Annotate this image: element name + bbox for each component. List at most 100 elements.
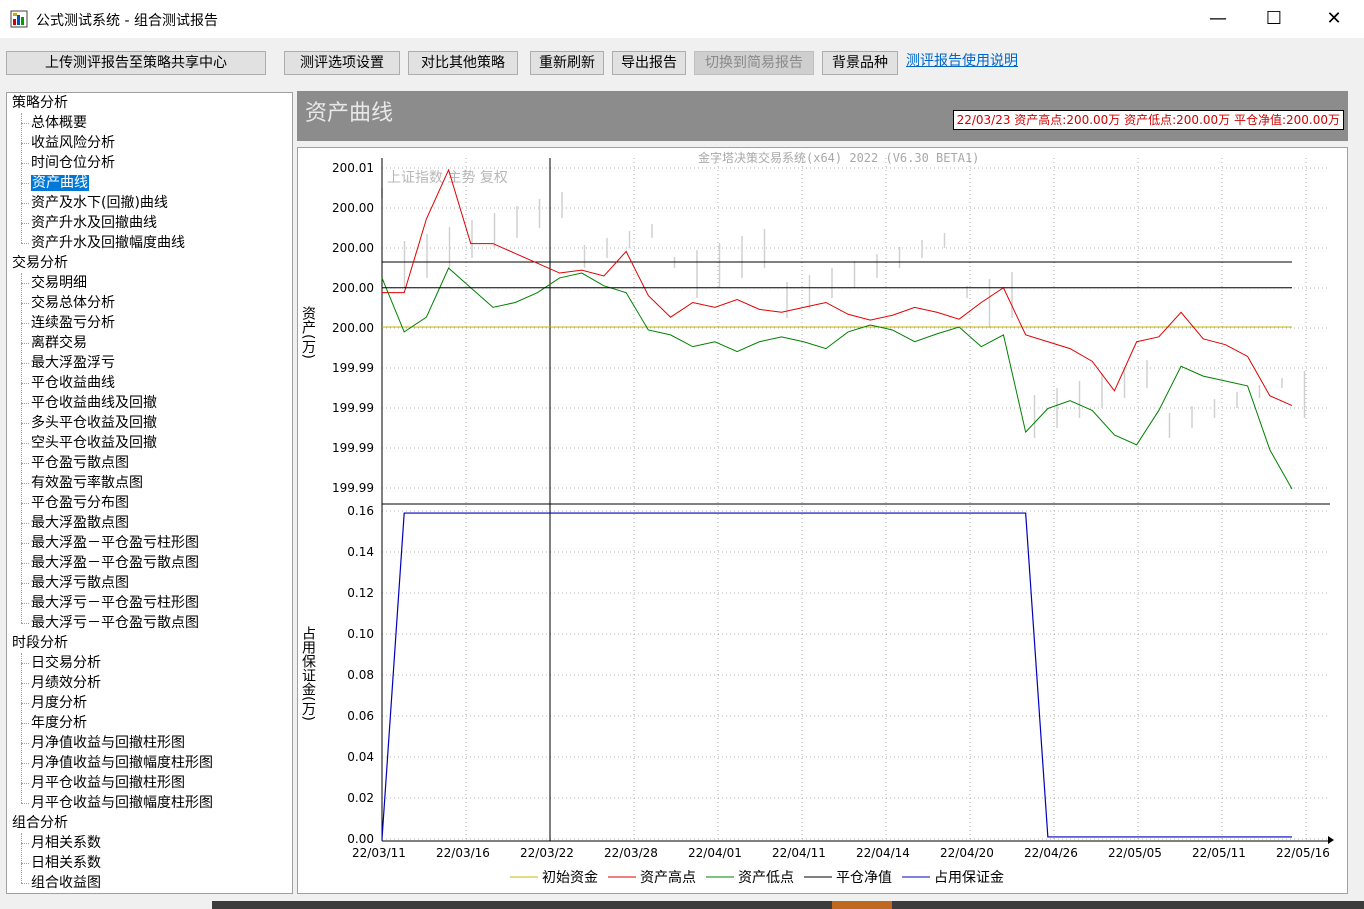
legend-label: 平仓净值 [836, 870, 892, 886]
tree-item-label: 月度分析 [31, 695, 87, 711]
tree-item[interactable]: 月平仓收益与回撤幅度柱形图 [29, 793, 213, 813]
window-title: 公式测试系统 - 组合测试报告 [36, 13, 218, 29]
tree-item-label: 月相关系数 [31, 835, 101, 851]
grid-lines [381, 158, 1328, 840]
x-tick-label: 22/04/20 [940, 846, 994, 860]
tree-item[interactable]: 时间仓位分析 [29, 153, 115, 173]
y-tick-label: 199.99 [332, 481, 374, 495]
refresh-button[interactable]: 重新刷新 [530, 51, 604, 75]
x-tick-label: 22/04/26 [1024, 846, 1078, 860]
tree-item[interactable]: 月净值收益与回撤幅度柱形图 [29, 753, 213, 773]
tree-item-label: 最大浮亏－平仓盈亏柱形图 [31, 595, 199, 611]
tree-item[interactable]: 交易总体分析 [29, 293, 115, 313]
y-tick-label: 200.00 [332, 241, 374, 255]
tree-item[interactable]: 总体概要 [29, 113, 87, 133]
analysis-tree[interactable]: 策略分析 总体概要 收益风险分析 时间仓位分析 资产曲线 资产及水下(回撤)曲线 资产升水及… [6, 92, 293, 894]
tree-item-label: 月净值收益与回撤幅度柱形图 [31, 755, 213, 771]
tree-item-label: 平仓收益曲线 [31, 375, 115, 391]
tree-item[interactable]: 最大浮亏散点图 [29, 573, 129, 593]
tree-item[interactable]: 最大浮盈－平仓盈亏散点图 [29, 553, 199, 573]
background-symbol-button[interactable]: 背景品种 [822, 51, 898, 75]
tree-item-label: 资产升水及回撤曲线 [31, 215, 157, 231]
tree-group[interactable]: 组合分析 [12, 813, 68, 833]
x-tick-label: 22/03/11 [352, 846, 406, 860]
export-report-button[interactable]: 导出报告 [612, 51, 686, 75]
asset-curve-chart[interactable]: 金字塔决策交易系统(x64) 2022 (V6.30 BETA1)上证指数 主势… [298, 148, 1347, 893]
tree-item[interactable]: 平仓盈亏散点图 [29, 453, 129, 473]
tree-item[interactable]: 资产升水及回撤幅度曲线 [29, 233, 185, 253]
eval-options-button[interactable]: 测评选项设置 [284, 51, 400, 75]
maximize-button[interactable]: ☐ [1244, 0, 1304, 38]
legend-label: 资产高点 [640, 869, 696, 886]
tree-item[interactable]: 资产及水下(回撤)曲线 [29, 193, 168, 213]
upload-report-button[interactable]: 上传测评报告至策略共享中心 [6, 51, 266, 75]
y-tick-label: 200.01 [332, 161, 374, 175]
tree-item[interactable]: 离群交易 [29, 333, 87, 353]
tree-item-label: 最大浮亏－平仓盈亏散点图 [31, 615, 199, 631]
y-tick-label: 199.99 [332, 361, 374, 375]
tree-item[interactable]: 最大浮盈散点图 [29, 513, 129, 533]
y-tick-label: 200.00 [332, 201, 374, 215]
compare-strategy-button[interactable]: 对比其他策略 [408, 51, 518, 75]
tree-item[interactable]: 月平仓收益与回撤柱形图 [29, 773, 185, 793]
tree-item[interactable]: 最大浮盈浮亏 [29, 353, 115, 373]
tree-item[interactable]: 最大浮亏－平仓盈亏柱形图 [29, 593, 199, 613]
tree-group[interactable]: 交易分析 [12, 253, 68, 273]
upper-y-axis-label: 资产(万) [300, 306, 316, 359]
tree-item-label: 资产升水及回撤幅度曲线 [31, 235, 185, 251]
crosshair-info-box: 22/03/23 资产高点:200.00万 资产低点:200.00万 平仓净值:… [952, 110, 1344, 130]
tree-item-label: 最大浮盈浮亏 [31, 355, 115, 371]
tree-item[interactable]: 平仓收益曲线及回撤 [29, 393, 157, 413]
y-tick-label: 0.16 [347, 504, 374, 518]
tree-item[interactable]: 最大浮盈－平仓盈亏柱形图 [29, 533, 199, 553]
tree-item[interactable]: 日相关系数 [29, 853, 101, 873]
report-help-link[interactable]: 测评报告使用说明 [906, 50, 1018, 70]
switch-simple-report-button[interactable]: 切换到简易报告 [694, 51, 814, 75]
x-tick-label: 22/03/22 [520, 846, 574, 860]
tree-item[interactable]: 组合收益图 [29, 873, 101, 893]
y-tick-label: 199.99 [332, 441, 374, 455]
tree-item[interactable]: 年度分析 [29, 713, 87, 733]
tree-item-label: 时间仓位分析 [31, 155, 115, 171]
x-axis-arrow [1328, 836, 1334, 844]
close-button[interactable]: ✕ [1304, 0, 1364, 38]
tree-item[interactable]: 交易明细 [29, 273, 87, 293]
tree-item[interactable]: 空头平仓收益及回撤 [29, 433, 157, 453]
tree-item[interactable]: 日交易分析 [29, 653, 101, 673]
tree-group[interactable]: 策略分析 [12, 93, 68, 113]
tree-item-label: 最大浮盈－平仓盈亏柱形图 [31, 535, 199, 551]
legend-label: 占用保证金 [934, 870, 1004, 886]
tree-group[interactable]: 时段分析 [12, 633, 68, 653]
tree-item-label: 日交易分析 [31, 655, 101, 671]
tree-item-label: 空头平仓收益及回撤 [31, 435, 157, 451]
tree-item[interactable]: 有效盈亏率散点图 [29, 473, 143, 493]
tree-item[interactable]: 资产升水及回撤曲线 [29, 213, 157, 233]
x-tick-label: 22/04/11 [772, 846, 826, 860]
tree-item[interactable]: 月净值收益与回撤柱形图 [29, 733, 185, 753]
legend-label: 资产低点 [738, 870, 794, 886]
minimize-button[interactable]: — [1188, 0, 1248, 38]
app-icon [10, 10, 28, 28]
tree-item[interactable]: 收益风险分析 [29, 133, 115, 153]
chart-area[interactable]: 金字塔决策交易系统(x64) 2022 (V6.30 BETA1) 上证指数 主势… [297, 147, 1348, 894]
tree-item[interactable]: 多头平仓收益及回撤 [29, 413, 157, 433]
tree-item-label: 资产及水下(回撤)曲线 [31, 195, 168, 211]
tree-item-label: 交易明细 [31, 275, 87, 291]
tree-item[interactable]: 资产曲线 [29, 173, 89, 193]
tree-item[interactable]: 连续盈亏分析 [29, 313, 115, 333]
y-tick-label: 0.06 [347, 709, 374, 723]
tree-item-label: 最大浮盈散点图 [31, 515, 129, 531]
lower-y-axis-label: 占用保证金(万) [300, 626, 316, 721]
tree-item[interactable]: 月相关系数 [29, 833, 101, 853]
tree-item[interactable]: 最大浮亏－平仓盈亏散点图 [29, 613, 199, 633]
background-bars [381, 188, 1306, 438]
tree-group-label: 交易分析 [12, 255, 68, 271]
y-tick-label: 0.00 [347, 832, 374, 846]
tree-item-label: 多头平仓收益及回撤 [31, 415, 157, 431]
series-line-low [381, 267, 1293, 490]
tree-item-label: 组合收益图 [31, 875, 101, 891]
tree-item[interactable]: 平仓收益曲线 [29, 373, 115, 393]
tree-item[interactable]: 月绩效分析 [29, 673, 101, 693]
tree-item[interactable]: 平仓盈亏分布图 [29, 493, 129, 513]
tree-item[interactable]: 月度分析 [29, 693, 87, 713]
